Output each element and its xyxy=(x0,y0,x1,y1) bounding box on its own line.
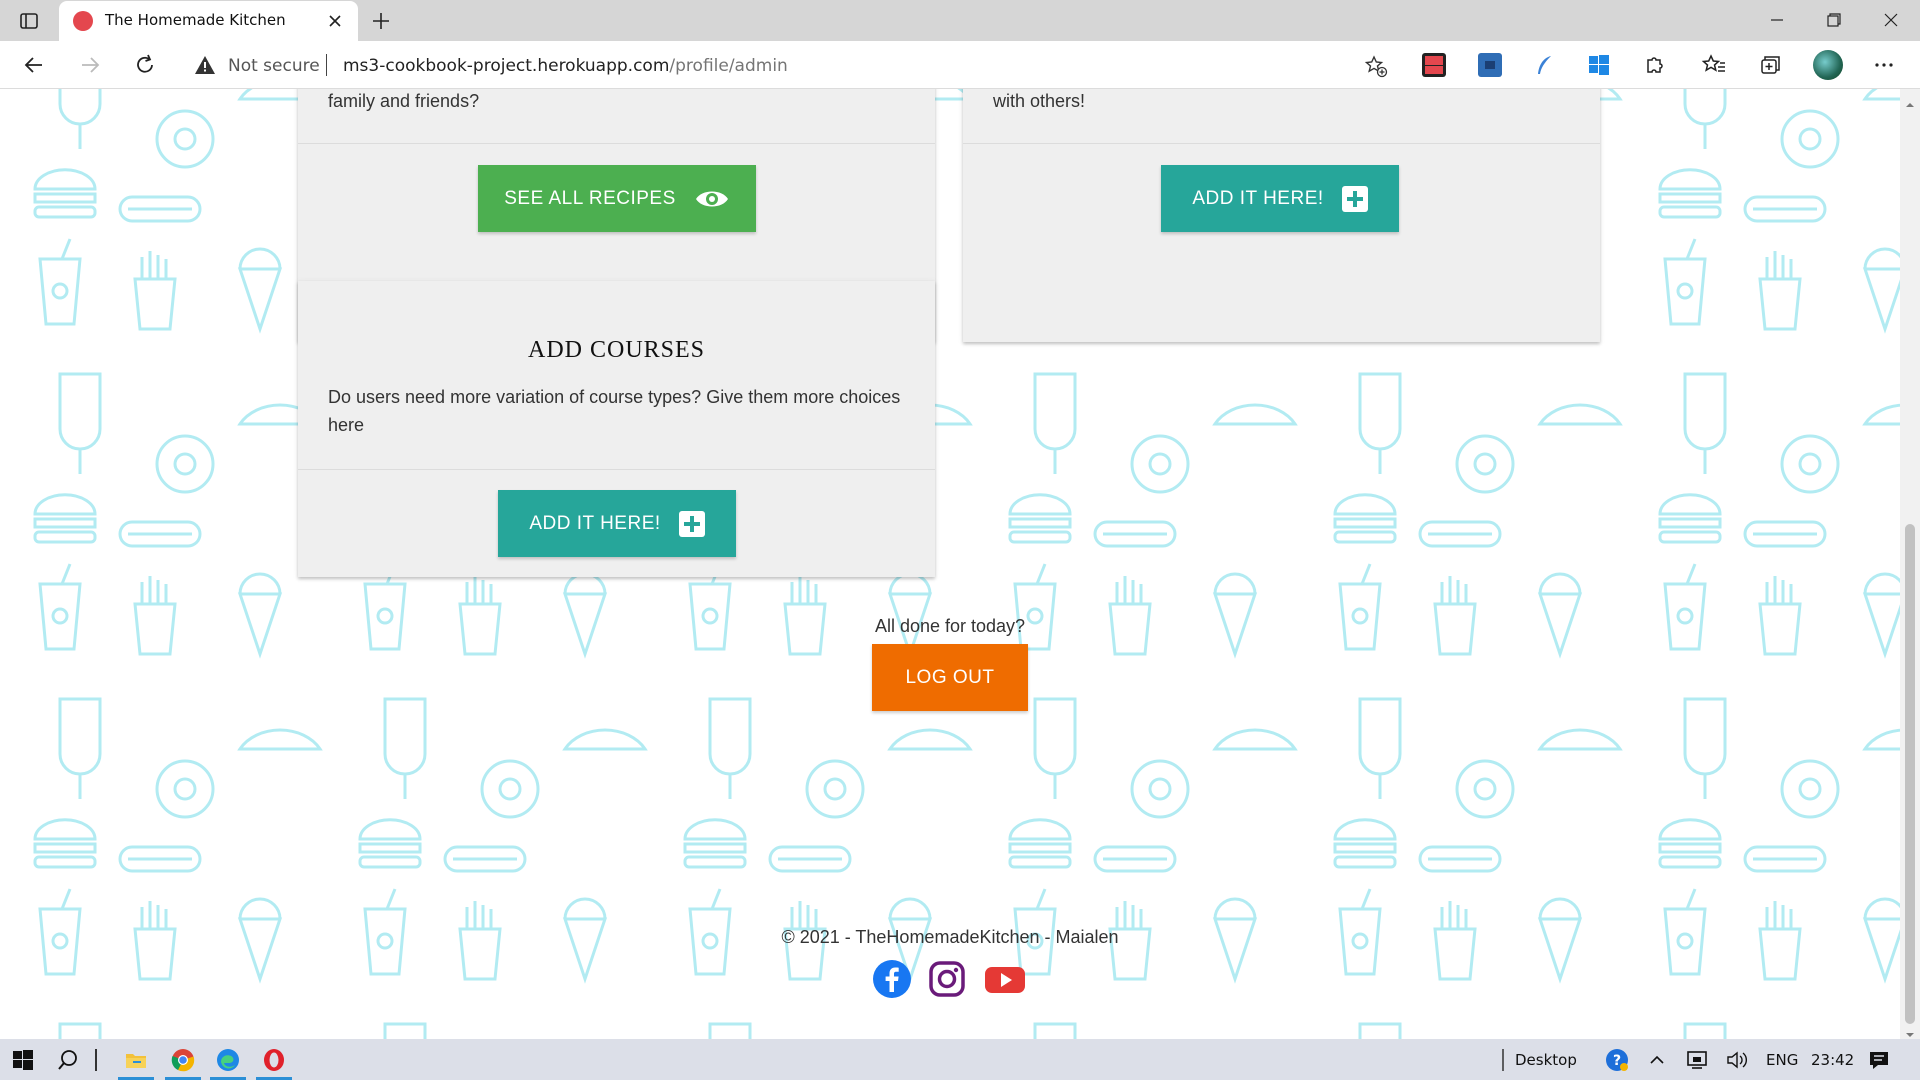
add-courses-card-text: Do users need more variation of course t… xyxy=(328,387,901,435)
desktop-toolbar-label[interactable]: Desktop xyxy=(1515,1051,1577,1069)
notifications-icon[interactable] xyxy=(1866,1047,1892,1073)
add-recipe-card-text: with others! xyxy=(993,91,1086,111)
youtube-icon[interactable] xyxy=(983,959,1025,999)
new-tab-icon[interactable] xyxy=(368,8,394,34)
help-icon[interactable]: ? xyxy=(1604,1047,1630,1073)
close-tab-icon[interactable] xyxy=(325,11,345,31)
plus-icon xyxy=(678,510,705,537)
site-favicon-icon xyxy=(73,11,93,31)
edge-icon[interactable] xyxy=(215,1047,241,1073)
collections-icon[interactable] xyxy=(1756,51,1784,79)
see-all-recipes-label: SEE ALL RECIPES xyxy=(504,187,676,209)
chrome-icon[interactable] xyxy=(170,1047,196,1073)
more-options-icon[interactable] xyxy=(1870,51,1898,79)
security-status[interactable]: Not secure xyxy=(228,56,320,76)
eye-icon xyxy=(695,191,728,206)
url-path: /profile/admin xyxy=(669,56,788,76)
tab-title: The Homemade Kitchen xyxy=(105,11,286,29)
plus-icon xyxy=(1341,185,1368,212)
url-host: ms3-cookbook-project.herokuapp.com xyxy=(343,56,670,76)
display-icon[interactable] xyxy=(1684,1047,1710,1073)
scrollbar-thumb[interactable] xyxy=(1905,524,1915,1024)
back-arrow-icon[interactable] xyxy=(20,51,48,79)
card-divider xyxy=(963,143,1600,144)
refresh-icon[interactable] xyxy=(131,51,159,79)
address-bar[interactable]: Not secure ms3-cookbook-project.herokuap… xyxy=(180,45,1397,85)
minimize-icon[interactable] xyxy=(1762,6,1792,34)
favorites-icon[interactable] xyxy=(1700,51,1728,79)
clock-time[interactable]: 23:42 xyxy=(1811,1051,1854,1069)
browser-toolbar: Not secure ms3-cookbook-project.herokuap… xyxy=(0,41,1920,89)
card-divider xyxy=(298,469,935,470)
restore-icon[interactable] xyxy=(1818,6,1848,34)
windows-start-icon[interactable] xyxy=(10,1047,36,1073)
footer-copyright: © 2021 - TheHomemadeKitchen - Maialen xyxy=(781,927,1119,947)
card-divider xyxy=(298,143,935,144)
svg-text:?: ? xyxy=(1613,1053,1621,1069)
add-recipe-card: with others! ADD IT HERE! xyxy=(963,89,1600,342)
add-recipe-button[interactable]: ADD IT HERE! xyxy=(1161,165,1399,232)
see-all-recipes-button[interactable]: SEE ALL RECIPES xyxy=(478,165,756,232)
opera-icon[interactable] xyxy=(261,1047,287,1073)
browser-tab[interactable]: The Homemade Kitchen xyxy=(59,1,358,41)
recipes-card-text: family and friends? xyxy=(328,91,480,111)
browser-tab-bar: The Homemade Kitchen xyxy=(0,0,1920,41)
add-courses-title: ADD COURSES xyxy=(527,337,706,363)
deals-extension-icon[interactable] xyxy=(1422,53,1446,77)
add-favorite-icon[interactable] xyxy=(1364,54,1388,78)
tab-actions-icon[interactable] xyxy=(16,8,42,34)
windows-taskbar: Desktop ? ENG 23:42 xyxy=(0,1039,1920,1080)
forward-arrow-icon[interactable] xyxy=(76,51,104,79)
add-recipe-label: ADD IT HERE! xyxy=(1192,187,1324,209)
windows-extension-icon[interactable] xyxy=(1587,53,1611,77)
search-icon[interactable] xyxy=(55,1047,81,1073)
address-separator xyxy=(326,54,327,76)
extensions-puzzle-icon[interactable] xyxy=(1640,51,1668,79)
page-scrollbar[interactable] xyxy=(1900,89,1920,1039)
file-explorer-icon[interactable] xyxy=(123,1047,149,1073)
add-courses-label: ADD IT HERE! xyxy=(529,512,661,534)
taskbar-separator xyxy=(1500,1047,1506,1073)
page-viewport: family and friends? SEE ALL RECIPES with… xyxy=(0,89,1900,1039)
logout-button[interactable]: LOG OUT xyxy=(872,644,1028,711)
close-window-icon[interactable] xyxy=(1876,6,1906,34)
screen-extension-icon[interactable] xyxy=(1478,53,1502,77)
add-courses-button[interactable]: ADD IT HERE! xyxy=(498,490,736,557)
language-indicator[interactable]: ENG xyxy=(1766,1051,1798,1069)
feather-extension-icon[interactable] xyxy=(1533,53,1557,77)
facebook-icon[interactable] xyxy=(872,959,912,999)
taskbar-separator xyxy=(92,1047,100,1073)
logout-prompt: All done for today? xyxy=(874,616,1026,636)
scroll-down-icon[interactable] xyxy=(1905,1025,1915,1037)
food-pattern-background xyxy=(0,89,1900,1039)
scroll-up-icon[interactable] xyxy=(1905,95,1915,107)
add-courses-card: ADD COURSES Do users need more variation… xyxy=(298,281,935,577)
instagram-icon[interactable] xyxy=(927,959,967,999)
profile-avatar[interactable] xyxy=(1813,50,1843,80)
volume-icon[interactable] xyxy=(1724,1047,1750,1073)
chevron-up-icon[interactable] xyxy=(1644,1047,1670,1073)
url-text[interactable]: ms3-cookbook-project.herokuapp.com/profi… xyxy=(343,56,788,76)
warning-icon[interactable] xyxy=(194,54,216,76)
